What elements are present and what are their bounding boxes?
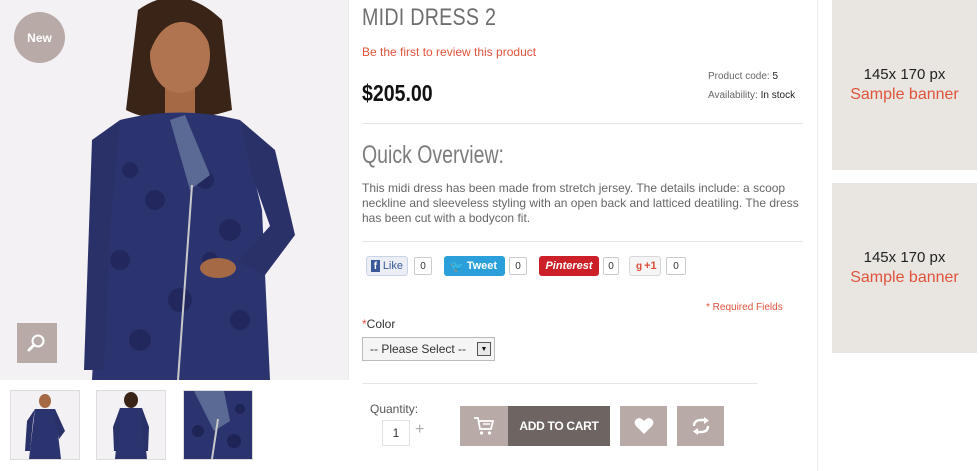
google-plus-one[interactable]: g +1 0: [629, 255, 686, 277]
availability: Availability: In stock: [708, 90, 795, 101]
compare-button[interactable]: [677, 406, 724, 446]
product-code: Product code: 5: [708, 71, 778, 82]
add-to-cart-button[interactable]: ADD TO CART: [508, 406, 610, 446]
pinterest-pin[interactable]: Pinterest 0: [539, 255, 619, 277]
divider: [362, 383, 758, 384]
thumbnail-2[interactable]: [96, 390, 166, 460]
tweet-count: 0: [509, 257, 527, 275]
product-code-label: Product code:: [708, 71, 770, 82]
tweet-label: Tweet: [466, 260, 498, 272]
cart-icon-button[interactable]: [460, 406, 508, 446]
color-select-value: -- Please Select --: [370, 342, 467, 356]
divider: [362, 123, 803, 124]
color-label: *Color: [362, 317, 395, 331]
required-fields-note: * Required Fields: [706, 302, 783, 313]
facebook-like-label: Like: [382, 260, 403, 272]
google-plus-count: 0: [666, 257, 686, 275]
thumbnail-1[interactable]: [10, 390, 80, 460]
thumbnail-image: [11, 391, 79, 459]
tweet-button[interactable]: 🐦 Tweet: [444, 256, 505, 276]
quantity-input[interactable]: 1: [382, 420, 410, 446]
zoom-button[interactable]: [17, 323, 57, 363]
pinterest-button[interactable]: Pinterest: [539, 256, 599, 276]
sample-banner-2[interactable]: 145x 170 px Sample banner: [832, 183, 977, 353]
wishlist-button[interactable]: [620, 406, 667, 446]
facebook-like-count: 0: [414, 257, 432, 275]
banner-label: Sample banner: [850, 269, 959, 286]
availability-label: Availability:: [708, 90, 758, 101]
color-select[interactable]: -- Please Select -- ▼: [362, 337, 495, 361]
thumbnail-image: [97, 391, 165, 459]
quantity-plus-button[interactable]: +: [415, 421, 424, 439]
google-plus-icon: g: [636, 260, 643, 272]
banner-label: Sample banner: [850, 86, 959, 103]
quantity-label: Quantity:: [370, 402, 419, 416]
google-plus-button[interactable]: g +1: [629, 256, 661, 276]
thumbnail-3[interactable]: [183, 390, 253, 460]
google-plus-label: +1: [644, 260, 657, 272]
facebook-icon: f: [371, 260, 380, 272]
heart-icon: [634, 418, 653, 434]
banner-size: 145x 170 px: [863, 249, 946, 266]
review-link[interactable]: Be the first to review this product: [362, 45, 536, 59]
product-code-value: 5: [772, 71, 779, 82]
thumbnail-image: [184, 391, 252, 459]
divider: [362, 241, 803, 242]
twitter-icon: 🐦: [450, 260, 464, 273]
color-label-text: Color: [366, 317, 396, 331]
search-icon: [27, 334, 45, 352]
banner-size: 145x 170 px: [863, 66, 946, 83]
column-divider: [817, 0, 818, 471]
new-badge: New: [14, 12, 65, 63]
cart-icon: [474, 417, 495, 435]
facebook-like-button[interactable]: f Like: [366, 256, 408, 276]
chevron-down-icon[interactable]: ▼: [477, 342, 491, 356]
product-price: $205.00: [362, 80, 433, 106]
twitter-tweet[interactable]: 🐦 Tweet 0: [444, 255, 527, 277]
product-description: This midi dress has been made from stret…: [362, 181, 799, 225]
pinterest-count: 0: [603, 257, 619, 275]
sample-banner-1[interactable]: 145x 170 px Sample banner: [832, 0, 977, 170]
facebook-like[interactable]: f Like 0: [366, 255, 432, 277]
overview-title: Quick Overview:: [362, 141, 504, 169]
availability-value: In stock: [760, 90, 796, 101]
product-title: MIDI DRESS 2: [362, 4, 497, 31]
compare-icon: [692, 417, 709, 435]
